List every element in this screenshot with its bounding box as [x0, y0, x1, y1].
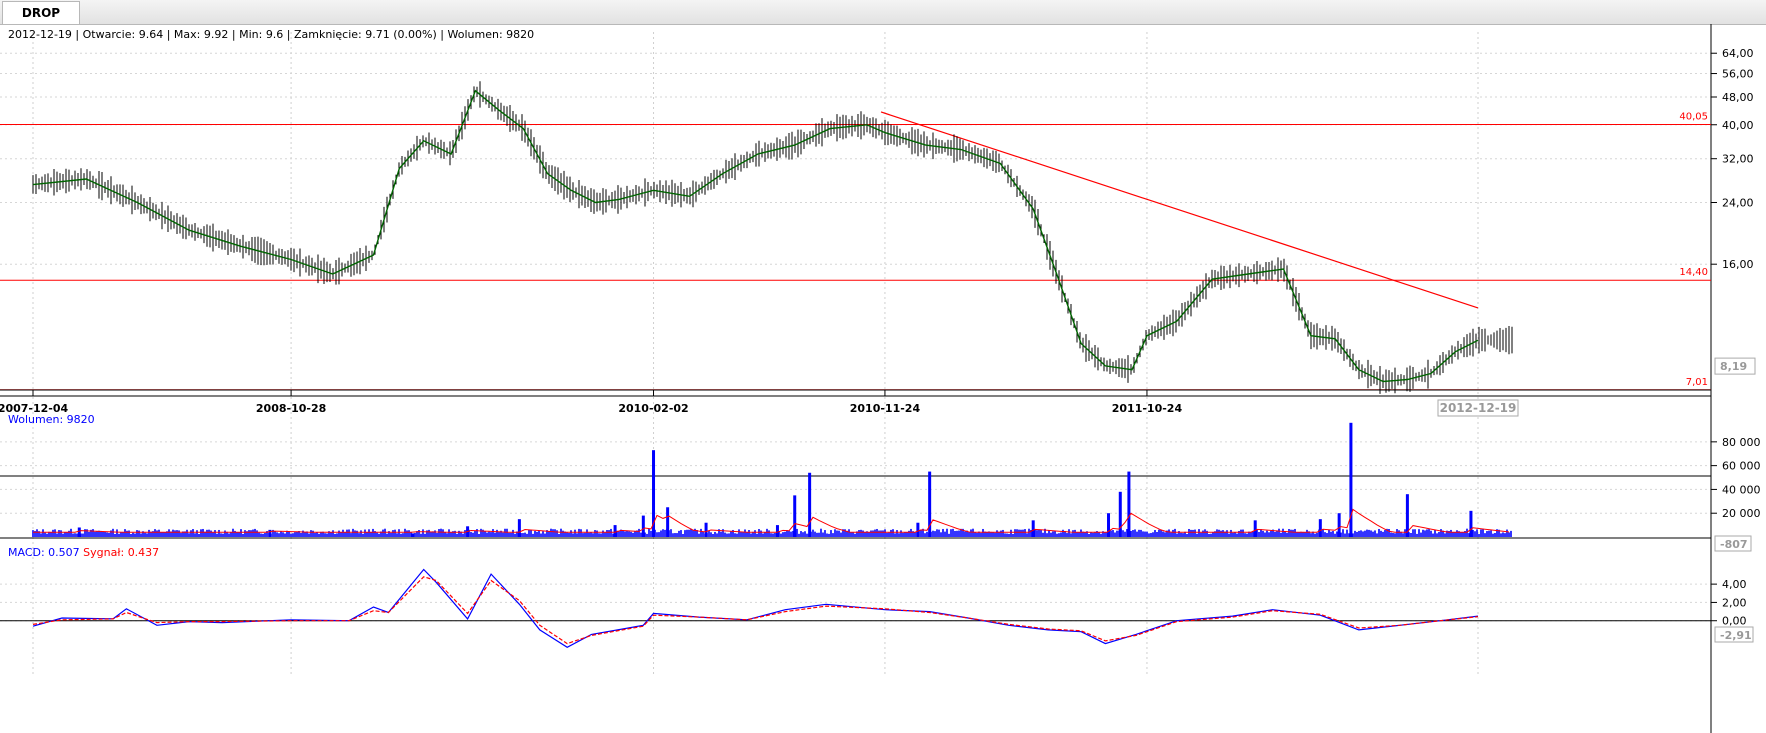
volume-panel[interactable] [0, 422, 1711, 539]
min-value: 9.6 [266, 28, 284, 41]
tab-drop[interactable]: DROP [2, 1, 80, 24]
date-axis-label: 2010-02-02 [618, 402, 688, 415]
volume-value: 9820 [506, 28, 534, 41]
volume-last-label: -807 [1720, 538, 1748, 551]
close-label: Zamknięcie: [294, 28, 362, 41]
info-date: 2012-12-19 [8, 28, 72, 41]
close-value: 9.71 (0.00%) [365, 28, 437, 41]
volume-bar-spike [1127, 471, 1131, 537]
open-value: 9.64 [139, 28, 164, 41]
price-panel[interactable]: 40,05 14,40 7,01 [0, 81, 1711, 394]
signal-label: Sygnał: 0.437 [83, 546, 159, 559]
level-label: 7,01 [1686, 377, 1708, 388]
macd-axis-label: 2,00 [1722, 596, 1747, 609]
date-axis-label: 2008-10-28 [256, 402, 326, 415]
volume-axis-label: 80 000 [1722, 436, 1761, 449]
macd-legend: MACD: 0.507 Sygnał: 0.437 [8, 546, 159, 559]
volume-bar-spike [1031, 520, 1035, 537]
level-label: 40,05 [1679, 112, 1708, 123]
volume-bar-spike [1318, 519, 1322, 537]
price-moving-average-line [32, 89, 1479, 383]
volume-bar-spike [775, 525, 779, 537]
info-line: 2012-12-19 | Otwarcie: 9.64 | Max: 9.92 … [8, 28, 534, 41]
max-label: Max: [174, 28, 200, 41]
volume-bar-spike [793, 495, 797, 537]
volume-bar-spike [1469, 510, 1473, 537]
date-axis-label: 2010-11-24 [850, 402, 921, 415]
tab-bar: DROP [0, 0, 1766, 25]
macd-label: MACD: 0.507 [8, 546, 80, 559]
open-label: Otwarcie: [83, 28, 136, 41]
macd-axis-label: 4,00 [1722, 578, 1747, 591]
macd-line [32, 568, 1479, 648]
last-date-label: 2012-12-19 [1440, 401, 1517, 415]
price-axis-label: 16,00 [1722, 258, 1754, 271]
value-axes: 64,00 56,00 48,00 40,00 32,00 24,00 16,00 8,19 8… [1711, 47, 1761, 643]
volume-bar-spike [613, 525, 617, 537]
volume-axis-label: 20 000 [1722, 507, 1761, 520]
volume-axis-label: 60 000 [1722, 460, 1761, 473]
price-axis-label: 48,00 [1722, 91, 1754, 104]
volume-panel-label: Wolumen: 9820 [8, 413, 95, 426]
price-axis-label: 24,00 [1722, 196, 1754, 209]
chart-area: 2012-12-19 | Otwarcie: 9.64 | Max: 9.92 … [0, 24, 1761, 733]
price-axis-label: 32,00 [1722, 153, 1754, 166]
volume-bar-spike [808, 472, 812, 537]
volume-bar-spike [411, 533, 415, 537]
trendline [880, 111, 1479, 309]
svg-text:MACD: 0.507 Sygnał: 0.437: MACD: 0.507 Sygnał: 0.437 [8, 546, 159, 559]
macd-last-label: -2,91 [1720, 629, 1752, 642]
volume-label: Wolumen: [448, 28, 503, 41]
price-axis-label: 40,00 [1722, 119, 1754, 132]
volume-bar-spike [1253, 520, 1257, 537]
macd-panel[interactable] [0, 568, 1711, 648]
volume-bar-spike [517, 519, 521, 537]
price-axis-label: 64,00 [1722, 47, 1754, 60]
min-label: Min: [239, 28, 262, 41]
volume-bar-spike [666, 507, 670, 537]
max-value: 9.92 [204, 28, 229, 41]
volume-bar-spike [916, 522, 920, 537]
volume-axis-label: 40 000 [1722, 483, 1761, 496]
info-text: 2012-12-19 | Otwarcie: 9.64 | Max: 9.92 … [8, 28, 534, 41]
volume-bar-spike [704, 522, 708, 537]
volume-bar-spike [1118, 491, 1122, 537]
macd-axis-label: 0,00 [1722, 615, 1747, 628]
volume-bar-spike [77, 527, 81, 537]
date-axis: 2007-12-04 2008-10-28 2010-02-02 2010-11-24… [0, 389, 1711, 417]
level-label: 14,40 [1679, 267, 1708, 278]
volume-bar-spike [641, 515, 645, 537]
volume-bar-spike [1337, 513, 1341, 537]
date-axis-label: 2011-10-24 [1112, 402, 1183, 415]
volume-bar-spike [1107, 513, 1111, 537]
price-axis-label: 56,00 [1722, 68, 1754, 81]
signal-line [32, 576, 1479, 645]
current-price-label: 8,19 [1720, 360, 1747, 373]
volume-bar-spike [268, 529, 272, 537]
